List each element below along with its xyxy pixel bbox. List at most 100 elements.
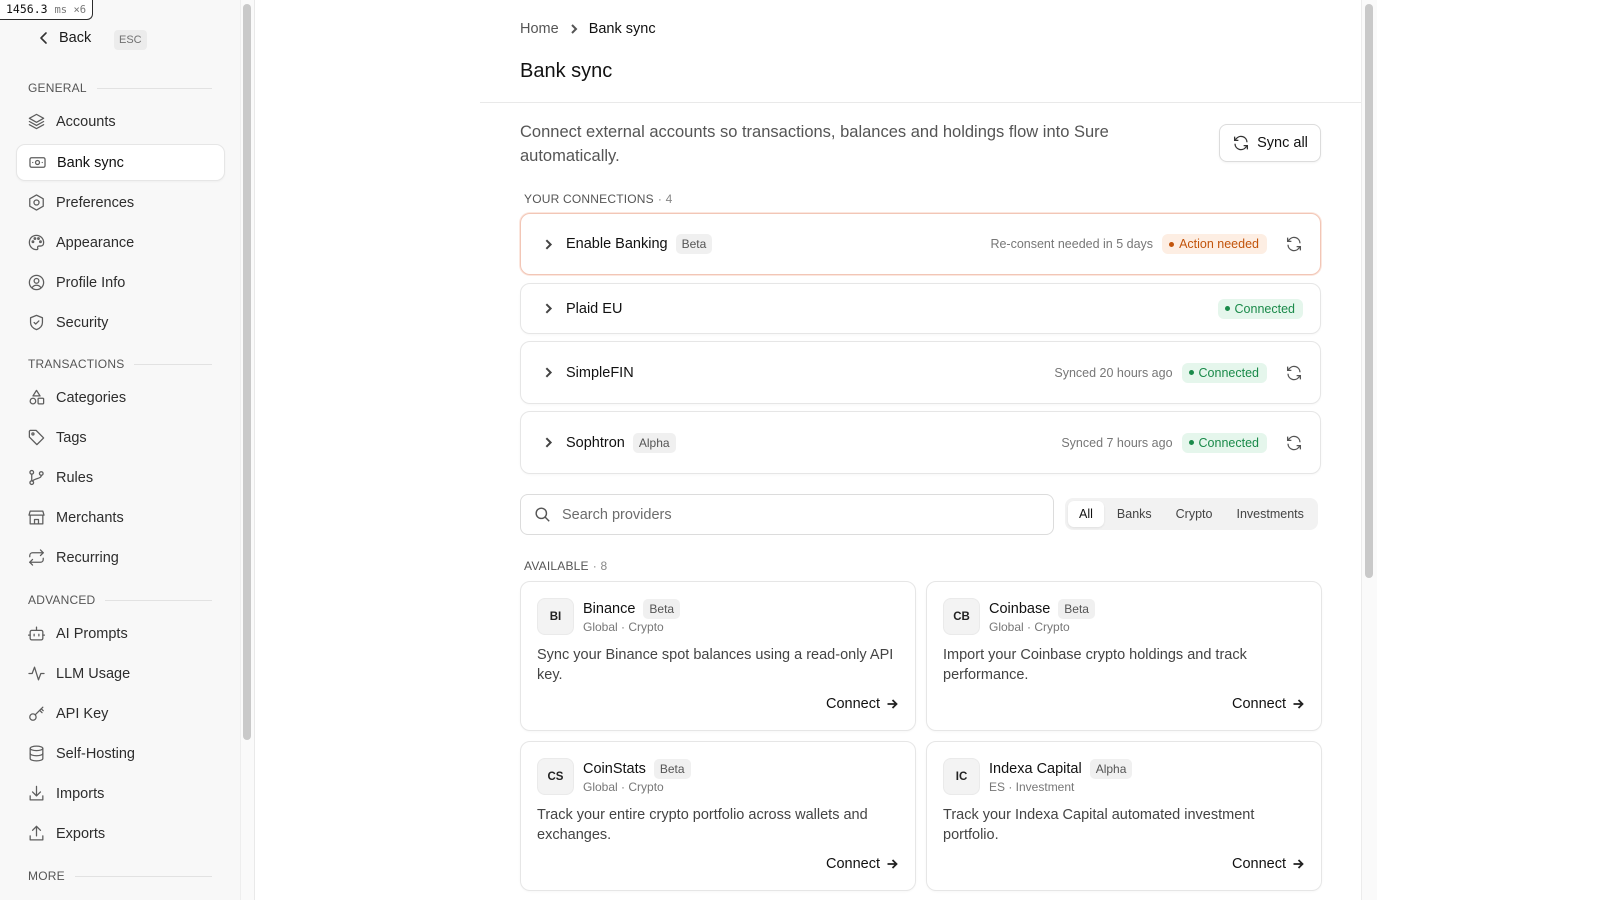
filter-tab-investments[interactable]: Investments (1225, 501, 1314, 527)
connection-name: Sophtron (566, 434, 625, 451)
alpha-badge: Alpha (1089, 759, 1133, 779)
sync-all-button[interactable]: Sync all (1219, 124, 1321, 162)
settings-icon (29, 194, 44, 211)
breadcrumb-home[interactable]: Home (520, 21, 559, 37)
sidebar-item-label: Rules (56, 469, 94, 486)
provider-title: CoinStats Beta (583, 759, 691, 779)
sidebar-item-api-key[interactable]: API Key (16, 695, 225, 732)
connection-row-enable-banking[interactable]: Enable Banking Beta Re-consent needed in… (520, 213, 1321, 275)
shield-check-icon (29, 314, 44, 331)
provider-name: CoinStats (583, 761, 646, 777)
provider-name: Binance (583, 601, 636, 617)
status-dot (1224, 306, 1230, 311)
sidebar-item-label: Profile Info (56, 274, 126, 291)
sidebar-item-categories[interactable]: Categories (16, 379, 225, 416)
sidebar-item-rules[interactable]: Rules (16, 459, 225, 496)
chevron-right-icon[interactable] (542, 366, 555, 379)
breadcrumb-current: Bank sync (588, 21, 656, 37)
provider-region: Global · Crypto (989, 620, 1070, 634)
sidebar-item-label: Tags (56, 429, 87, 446)
search-box[interactable] (520, 494, 1054, 535)
sidebar-item-label: Appearance (56, 234, 135, 251)
sidebar-item-self-hosting[interactable]: Self-Hosting (16, 735, 225, 772)
sidebar-item-recurring[interactable]: Recurring (16, 539, 225, 576)
filter-tab-all[interactable]: All (1068, 501, 1104, 527)
sidebar-item-merchants[interactable]: Merchants (16, 499, 225, 536)
sidebar-item-tags[interactable]: Tags (16, 419, 225, 456)
refresh-icon[interactable] (1285, 434, 1303, 452)
status-label: Action needed (1179, 237, 1259, 251)
sidebar-item-accounts[interactable]: Accounts (16, 103, 225, 140)
connection-row-sophtron[interactable]: Sophtron Alpha Synced 7 hours ago Connec… (520, 411, 1321, 474)
sidebar-scrollbar[interactable] (243, 4, 251, 740)
connection-name: Plaid EU (566, 300, 623, 317)
available-title: AVAILABLE (524, 559, 589, 573)
connect-button[interactable]: Connect (1232, 696, 1304, 712)
sidebar-item-ai-prompts[interactable]: AI Prompts (16, 615, 225, 652)
sync-all-label: Sync all (1257, 135, 1308, 151)
sidebar-item-llm-usage[interactable]: LLM Usage (16, 655, 225, 692)
available-count: · 8 (592, 559, 608, 573)
perf-badge: 1456.3 ms ×6 (0, 0, 94, 20)
sidebar-item-profile-info[interactable]: Profile Info (16, 264, 225, 301)
refresh-icon (1234, 135, 1249, 151)
connect-label: Connect (825, 696, 880, 712)
repeat-icon (29, 549, 44, 566)
arrow-right-icon (1293, 859, 1304, 869)
connection-row-simplefin[interactable]: SimpleFIN Synced 20 hours ago Connected (520, 341, 1321, 404)
sidebar-item-security[interactable]: Security (16, 304, 225, 341)
perf-unit: ms ×6 (54, 4, 87, 16)
connections-heading: YOUR CONNECTIONS · 4 (524, 192, 672, 206)
status-label: Connected (1198, 435, 1259, 450)
user-circle-icon (28, 274, 45, 291)
refresh-icon[interactable] (1285, 235, 1303, 253)
provider-title: Indexa Capital Alpha (989, 759, 1133, 779)
chevron-right-icon[interactable] (542, 302, 555, 315)
back-link[interactable]: Back (37, 30, 91, 46)
sidebar-item-preferences[interactable]: Preferences (16, 184, 225, 221)
sidebar-item-bank-sync[interactable]: Bank sync (16, 144, 225, 181)
connect-button[interactable]: Connect (1232, 856, 1304, 872)
upload-icon (29, 825, 44, 841)
connection-row-plaid-eu[interactable]: Plaid EU Connected (520, 283, 1321, 334)
provider-description: Import your Coinbase crypto holdings and… (943, 647, 1247, 683)
store-icon (28, 510, 45, 525)
provider-card-indexa-capital: IC Indexa Capital Alpha ES · Investment T… (926, 741, 1322, 891)
sidebar-item-imports[interactable]: Imports (16, 775, 225, 812)
provider-region: ES · Investment (989, 780, 1075, 794)
page-description: Connect external accounts so transaction… (520, 123, 1109, 165)
sidebar-item-exports[interactable]: Exports (16, 815, 225, 852)
palette-icon (28, 234, 45, 251)
beta-badge: Beta (675, 234, 713, 254)
connect-button[interactable]: Connect (826, 856, 898, 872)
key-icon (29, 706, 44, 721)
chevron-right-icon (570, 24, 578, 34)
status-dot (1188, 440, 1194, 445)
refresh-icon[interactable] (1285, 364, 1303, 382)
provider-card-coinstats: CS CoinStats Beta Global · Crypto Track y… (520, 741, 916, 891)
connect-label: Connect (1231, 856, 1286, 872)
connect-button[interactable]: Connect (826, 696, 898, 712)
sidebar-item-label: Self-Hosting (56, 745, 135, 762)
sidebar-item-label: Accounts (56, 113, 116, 130)
filter-tab-crypto[interactable]: Crypto (1165, 501, 1224, 527)
search-input[interactable] (562, 506, 1032, 523)
provider-title: Binance Beta (583, 599, 681, 619)
chevron-right-icon[interactable] (542, 238, 555, 251)
filter-tab-banks[interactable]: Banks (1106, 501, 1163, 527)
status-badge: Connected (1181, 362, 1267, 383)
sidebar-item-label: Preferences (56, 194, 135, 211)
sidebar-item-label: API Key (56, 705, 109, 722)
tag-icon (28, 429, 45, 446)
provider-name: Indexa Capital (989, 761, 1082, 777)
provider-card-binance: BI Binance Beta Global · Crypto Sync your… (520, 581, 916, 731)
connect-label: Connect (825, 856, 880, 872)
main-scrollbar[interactable] (1365, 4, 1373, 578)
sidebar-item-label: Categories (56, 389, 127, 406)
sidebar-item-label: AI Prompts (56, 625, 128, 642)
sidebar-item-appearance[interactable]: Appearance (16, 224, 225, 261)
connection-meta: Synced 7 hours ago (1061, 435, 1173, 450)
sidebar-item-label: Exports (56, 825, 106, 842)
connection-meta: Re-consent needed in 5 days (990, 237, 1154, 251)
chevron-right-icon[interactable] (542, 436, 555, 449)
